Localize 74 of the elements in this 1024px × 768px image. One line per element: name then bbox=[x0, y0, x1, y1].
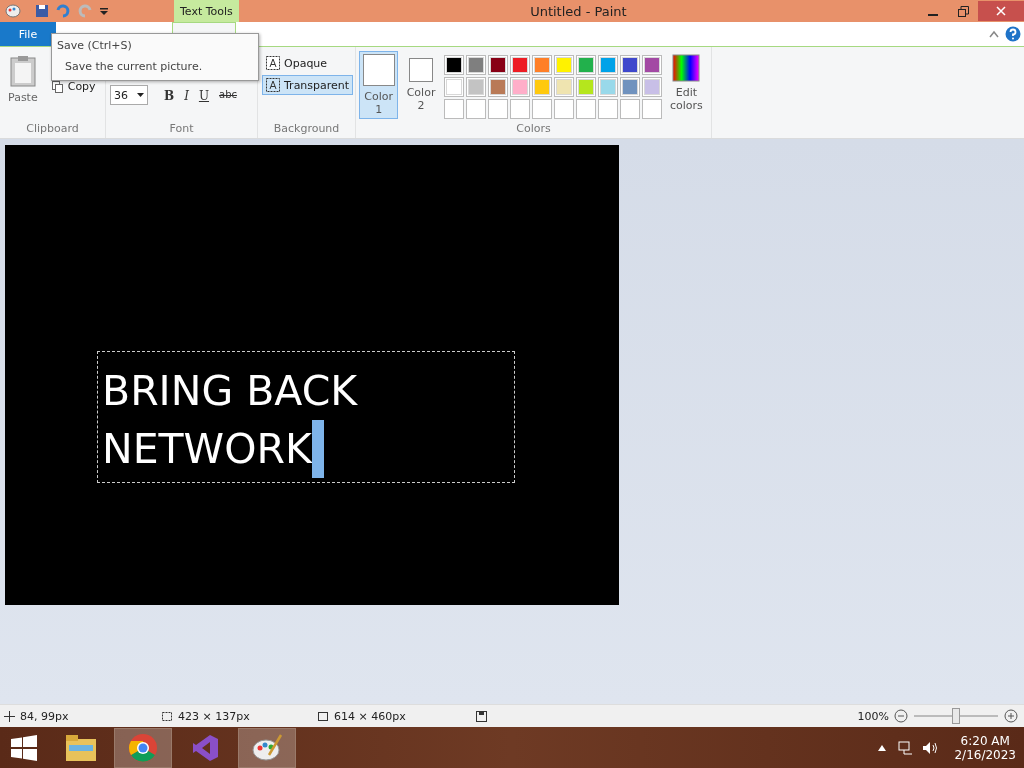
drawing-canvas[interactable]: BRING BACK NETWORK bbox=[5, 145, 619, 605]
color-swatch[interactable] bbox=[509, 77, 530, 97]
color-swatch[interactable] bbox=[597, 77, 618, 97]
canvas-text: BRING BACK bbox=[102, 366, 358, 417]
text-frame-icon bbox=[266, 78, 280, 92]
tooltip-description: Save the current picture. bbox=[65, 60, 204, 73]
selection-size: 423 × 137px bbox=[178, 709, 250, 723]
background-option[interactable]: Opaque bbox=[262, 53, 354, 73]
paint-app-icon[interactable] bbox=[2, 4, 24, 18]
text-style-button[interactable]: I bbox=[180, 89, 193, 103]
text-style-button[interactable]: abc bbox=[215, 89, 241, 100]
zoom-slider-thumb[interactable] bbox=[952, 708, 960, 724]
ribbon-tab[interactable]: File bbox=[0, 22, 56, 46]
color-swatch[interactable] bbox=[487, 55, 508, 75]
palette-icon bbox=[251, 732, 283, 763]
font-size-field[interactable]: 36 bbox=[110, 85, 148, 105]
minimize-icon bbox=[928, 14, 938, 16]
color-swatch[interactable] bbox=[575, 55, 596, 75]
folder-icon bbox=[65, 732, 97, 763]
color-spectrum-icon bbox=[672, 54, 701, 82]
zoom-in-icon[interactable] bbox=[1004, 709, 1018, 723]
color-swatch[interactable] bbox=[553, 55, 574, 75]
taskbar-clock[interactable]: 6:20 AM 2/16/2023 bbox=[954, 733, 1016, 762]
zoom-level: 100% bbox=[857, 709, 889, 723]
windows-logo-icon bbox=[11, 734, 37, 761]
zoom-out-icon[interactable] bbox=[894, 709, 908, 723]
group-label: Background bbox=[273, 122, 340, 137]
edit-colors-button[interactable]: Edit colors bbox=[665, 51, 707, 115]
text-selection-frame[interactable]: BRING BACK NETWORK bbox=[97, 351, 515, 483]
color-swatch[interactable] bbox=[641, 55, 662, 75]
text-cursor bbox=[311, 420, 324, 478]
color-swatch[interactable] bbox=[443, 77, 464, 97]
taskbar-app-button[interactable] bbox=[238, 727, 296, 768]
tooltip-title: Save (Ctrl+S) bbox=[57, 39, 133, 52]
infinity-loop-icon bbox=[190, 732, 220, 763]
group-label: Clipboard bbox=[26, 122, 79, 137]
color-swatch[interactable] bbox=[487, 77, 508, 97]
canvas-text: NETWORK bbox=[102, 424, 312, 475]
restore-icon bbox=[957, 5, 969, 17]
selection-size-icon bbox=[160, 710, 173, 722]
network-icon[interactable] bbox=[898, 740, 915, 755]
group-label: Font bbox=[169, 122, 194, 137]
color-swatch[interactable] bbox=[575, 77, 596, 97]
cursor-position: 84, 99px bbox=[20, 709, 69, 723]
window-title: Untitled - Paint bbox=[530, 3, 627, 19]
text-style-button[interactable]: B bbox=[160, 89, 179, 103]
color-swatch[interactable] bbox=[443, 55, 464, 75]
color-swatch[interactable] bbox=[619, 77, 640, 97]
browser-icon bbox=[128, 732, 158, 763]
color-swatch[interactable] bbox=[531, 55, 552, 75]
taskbar-app-button[interactable] bbox=[114, 727, 172, 768]
color-swatch[interactable] bbox=[641, 77, 662, 97]
image-size-icon bbox=[316, 710, 329, 722]
color-swatch[interactable] bbox=[465, 77, 486, 97]
image-size: 614 × 460px bbox=[334, 709, 406, 723]
color-swatch[interactable] bbox=[531, 77, 552, 97]
close-icon bbox=[996, 6, 1006, 16]
color-swatch[interactable] bbox=[509, 55, 530, 75]
show-hidden-icons-icon[interactable] bbox=[878, 744, 887, 751]
clipboard-icon bbox=[8, 55, 37, 87]
color-swatch[interactable] bbox=[619, 55, 640, 75]
cursor-position-icon bbox=[4, 710, 15, 722]
color-slot-button[interactable]: Color 2 bbox=[402, 51, 440, 115]
text-style-button[interactable]: U bbox=[194, 89, 214, 103]
group-label: Colors bbox=[516, 122, 551, 137]
color-swatch[interactable] bbox=[465, 55, 486, 75]
color-swatch[interactable] bbox=[597, 55, 618, 75]
color-swatch[interactable] bbox=[553, 77, 574, 97]
context-tab-header: Text Tools bbox=[174, 0, 239, 22]
dropdown-arrow-icon bbox=[137, 93, 144, 97]
color-slot-button[interactable]: Color 1 bbox=[359, 51, 399, 119]
background-option[interactable]: Transparent bbox=[262, 75, 354, 95]
text-frame-icon bbox=[266, 56, 280, 70]
paste-button[interactable]: Paste bbox=[4, 51, 42, 108]
